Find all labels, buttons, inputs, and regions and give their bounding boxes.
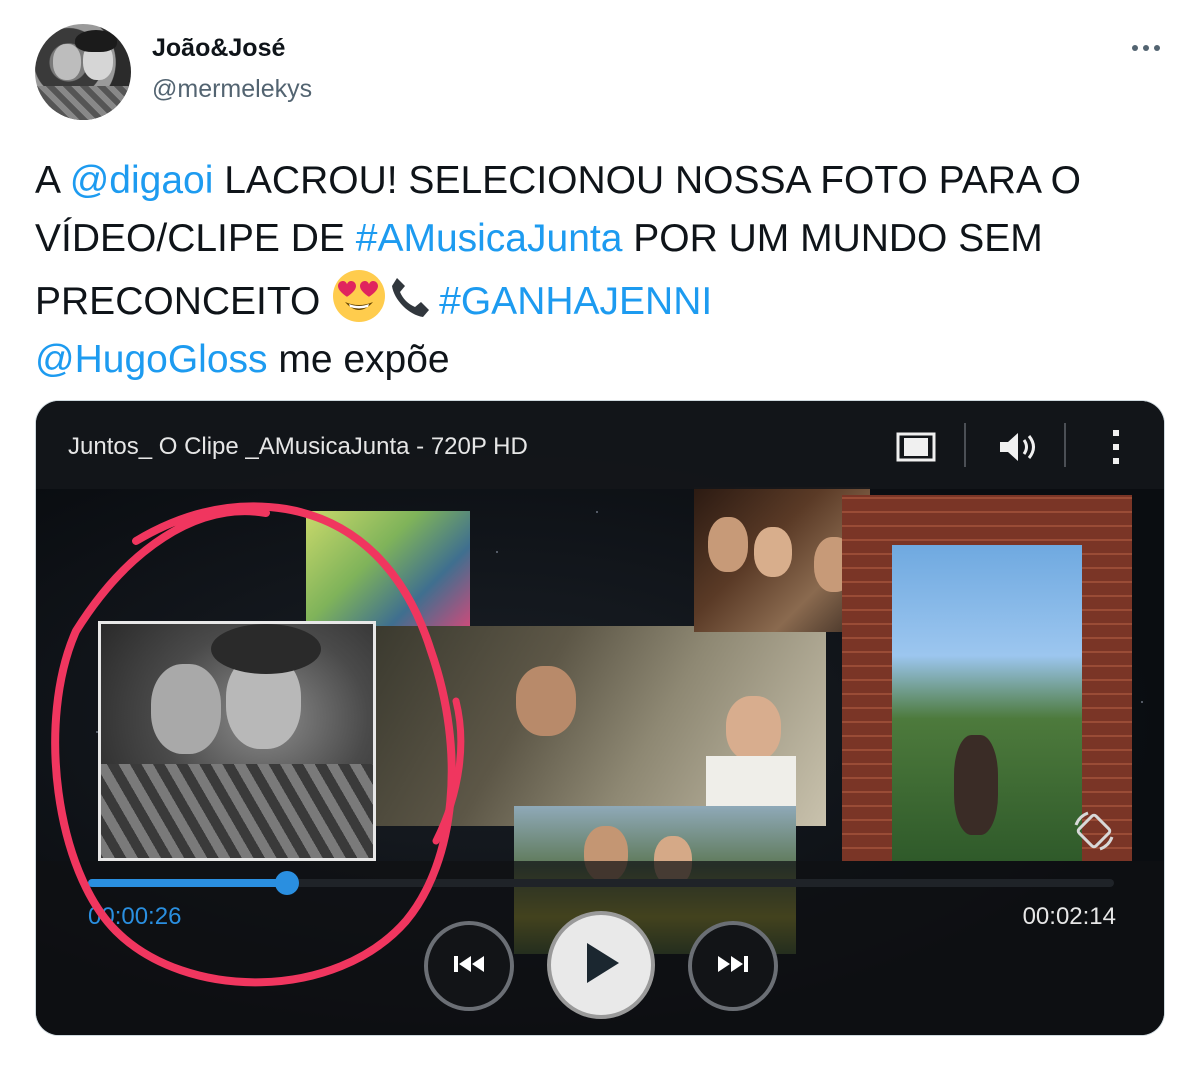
avatar-shirt (35, 86, 131, 120)
tweet: João&José @mermelekys A @digaoi LACROU! … (0, 0, 1190, 1076)
video-frame[interactable]: Juntos_ O Clipe _AMusicaJunta - 720P HD (36, 401, 1164, 1035)
display-name[interactable]: João&José (152, 34, 285, 63)
mention-link[interactable]: @digaoi (70, 159, 214, 202)
tweet-text-segment: me expõe (267, 338, 450, 381)
avatar-hair (75, 30, 117, 52)
user-handle[interactable]: @mermelekys (152, 75, 312, 104)
avatar-face (53, 44, 81, 80)
tweet-text: A @digaoi LACROU! SELECIONOU NOSSA FOTO … (35, 152, 1155, 389)
heart-eyes-emoji-icon (331, 268, 387, 324)
hashtag-link[interactable]: #AMusicaJunta (356, 217, 623, 260)
telephone-emoji-icon (387, 274, 433, 320)
more-horizontal-icon[interactable] (1128, 30, 1164, 66)
tweet-text-segment: A (35, 159, 70, 202)
hashtag-link[interactable]: #GANHAJENNI (439, 280, 712, 323)
mention-link[interactable]: @HugoGloss (35, 338, 268, 381)
avatar[interactable] (35, 24, 131, 120)
video-media[interactable]: Juntos_ O Clipe _AMusicaJunta - 720P HD (35, 400, 1165, 1036)
annotation-circle (51, 502, 465, 987)
